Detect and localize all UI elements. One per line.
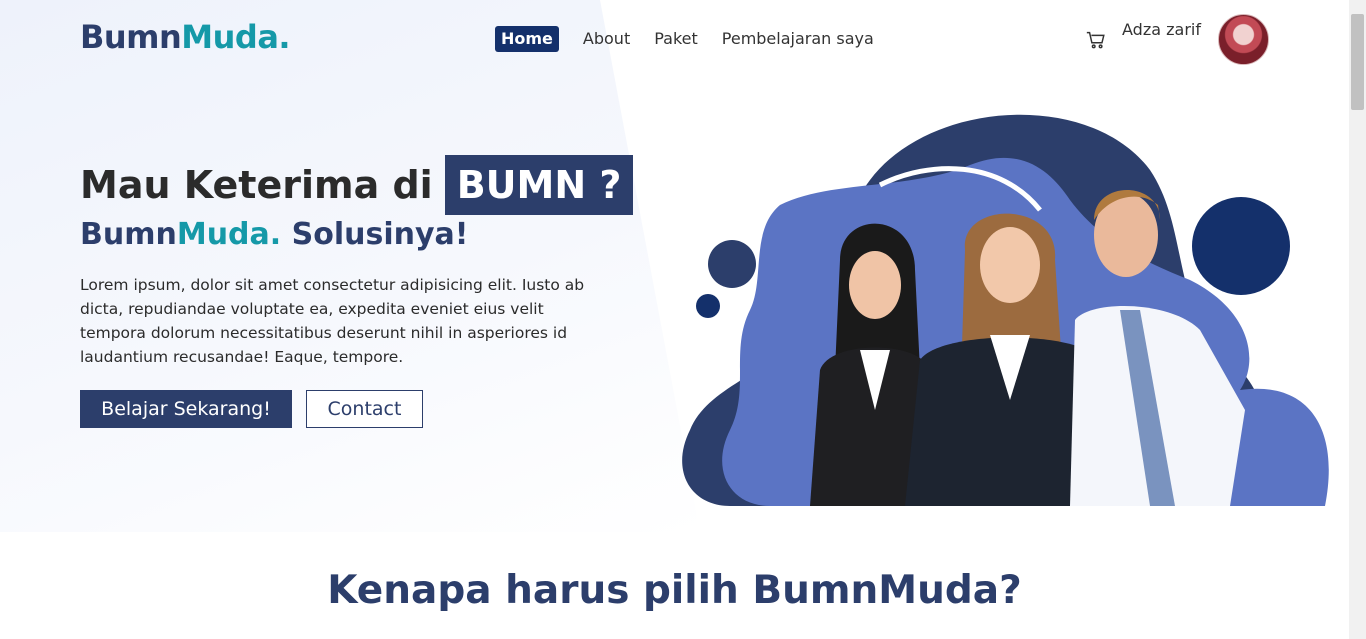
scrollbar[interactable] xyxy=(1349,0,1366,639)
contact-button[interactable]: Contact xyxy=(306,390,423,428)
hero-subtitle: BumnMuda. Solusinya! xyxy=(80,217,468,252)
hero-sub-accent: Muda. xyxy=(176,217,282,252)
nav-about[interactable]: About xyxy=(583,26,630,52)
hero-title: Mau Keterima di BUMN ? xyxy=(80,155,634,215)
hero-description: Lorem ipsum, dolor sit amet consectetur … xyxy=(80,276,585,366)
belajar-sekarang-button[interactable]: Belajar Sekarang! xyxy=(80,390,292,428)
navbar: BumnMuda. Home About Paket Pembelajaran … xyxy=(0,0,1349,78)
nav-links: Home About Paket Pembelajaran saya xyxy=(495,26,898,52)
nav-paket[interactable]: Paket xyxy=(654,26,698,52)
hero-illustration xyxy=(682,114,1329,506)
cart-icon[interactable] xyxy=(1085,29,1107,51)
hero-title-highlight: BUMN ? xyxy=(444,155,634,215)
hero-title-prefix: Mau Keterima di xyxy=(80,163,433,207)
section-subtitle xyxy=(280,628,1070,639)
avatar[interactable] xyxy=(1218,14,1269,65)
nav-pembelajaran-saya[interactable]: Pembelajaran saya xyxy=(722,26,874,52)
logo-accent: Muda. xyxy=(181,18,291,56)
scrollbar-thumb[interactable] xyxy=(1351,14,1364,110)
logo[interactable]: BumnMuda. xyxy=(80,18,291,56)
logo-main: Bumn xyxy=(80,18,182,56)
user-name[interactable]: Adza zarif xyxy=(1122,20,1201,39)
hero-sub-rest: Solusinya! xyxy=(281,217,469,252)
nav-home[interactable]: Home xyxy=(495,26,559,52)
hero-sub-main: Bumn xyxy=(80,217,177,252)
section-title: Kenapa harus pilih BumnMuda? xyxy=(327,568,1022,613)
